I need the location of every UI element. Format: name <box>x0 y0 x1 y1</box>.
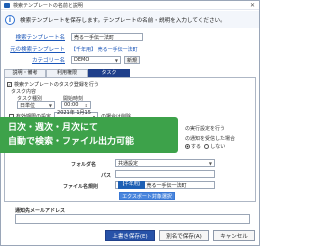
close-icon[interactable]: ✕ <box>250 2 255 9</box>
setting-note: の実行設定を行う <box>185 126 226 132</box>
filename-input[interactable]: 【千年用】 売る一手伝一法町 <box>115 181 215 189</box>
source-template-row: 元の検索テンプレート 【千年用】 売る一手伝一法町 <box>5 45 138 54</box>
source-template-label: 元の検索テンプレート <box>10 47 65 53</box>
chevron-down-icon: ▼ <box>208 160 212 166</box>
chevron-down-icon: ▼ <box>114 57 118 63</box>
chevron-down-icon: ▼ <box>48 102 52 108</box>
error-note: の通知を受信した場合 <box>185 136 236 142</box>
radio-no-label: しない <box>210 144 226 150</box>
start-time-input[interactable]: 00:00 ⇕ <box>61 101 91 109</box>
folder-select[interactable]: 共通設定 ▼ <box>115 159 215 167</box>
radio-no[interactable] <box>204 144 210 149</box>
filename-value: 売る一手伝一法町 <box>146 182 187 189</box>
category-row: カテゴリー名 DEMO ▼ 新規 <box>5 56 141 64</box>
banner-text: 検索テンプレートを保存します。テンプレートの名前・説明を入力してください。 <box>20 17 226 24</box>
task-settings-heading: タスク内容 <box>11 89 37 95</box>
category-value: DEMO <box>74 57 90 63</box>
category-select[interactable]: DEMO ▼ <box>71 56 121 64</box>
source-value: 売る一手伝一法町 <box>97 46 138 53</box>
radio-group: する しない <box>185 143 225 150</box>
tab-description[interactable]: 説明・備考 <box>4 69 46 77</box>
info-icon: i <box>5 14 15 25</box>
notify-email-label: 通知先メールアドレス <box>15 208 66 214</box>
callout-line-1: 日次・週次・月次にて <box>8 123 99 133</box>
feature-callout: 日次・週次・月次にて 自動で検索・ファイル出力可能 <box>0 117 178 153</box>
tab-permissions[interactable]: 利用権限 <box>46 69 88 77</box>
source-template-value: 【千年用】 売る一手伝一法町 <box>71 46 138 53</box>
template-name-label: 検索テンプレート名 <box>15 35 65 41</box>
start-time-value: 00:00 <box>64 102 79 108</box>
info-banner: i 検索テンプレートを保存します。テンプレートの名前・説明を入力してください。 <box>1 11 259 28</box>
app-icon <box>4 2 10 8</box>
export-target-button[interactable]: エクスポート対象選択 <box>119 192 175 200</box>
callout-line-2: 自動で検索・ファイル出力可能 <box>8 137 135 147</box>
save-as-button[interactable]: 別名で保存(A) <box>159 230 209 241</box>
folder-value: 共通設定 <box>118 160 139 167</box>
spinner-icon: ⇕ <box>84 102 88 108</box>
template-name-input[interactable]: 売る一手伝一法町 <box>71 33 143 41</box>
cancel-button[interactable]: キャンセル <box>213 230 255 241</box>
task-type-select[interactable]: 日単位 ▼ <box>17 101 55 109</box>
path-input[interactable] <box>115 170 215 178</box>
filename-tag: 【千年用】 <box>118 181 145 189</box>
task-type-value: 日単位 <box>20 102 36 109</box>
task-enable-row: ✓ 検索テンプレートのタスク登録を行う <box>7 81 99 88</box>
folder-label: フォルダ名 <box>71 162 97 168</box>
task-enable-checkbox[interactable]: ✓ <box>7 82 12 87</box>
template-name-row: 検索テンプレート名 売る一手伝一法町 <box>5 33 143 41</box>
window-title: 検索テンプレートの名前と説明 <box>13 2 83 9</box>
new-category-button[interactable]: 新規 <box>124 56 141 64</box>
overwrite-save-button[interactable]: 上書き保存(E) <box>105 230 155 241</box>
filename-label: ファイル名規則 <box>63 184 99 190</box>
radio-yes[interactable] <box>185 144 190 149</box>
path-label: パス <box>101 173 112 179</box>
notify-email-input[interactable] <box>15 214 250 224</box>
tab-task[interactable]: タスク <box>88 69 130 77</box>
source-tag: 【千年用】 <box>71 46 97 53</box>
tab-bar: 説明・備考 利用権限 タスク <box>4 69 130 77</box>
titlebar: 検索テンプレートの名前と説明 ✕ <box>1 1 259 10</box>
task-enable-label: 検索テンプレートのタスク登録を行う <box>14 82 99 88</box>
category-label: カテゴリー名 <box>31 58 65 64</box>
radio-yes-label: する <box>191 144 202 150</box>
